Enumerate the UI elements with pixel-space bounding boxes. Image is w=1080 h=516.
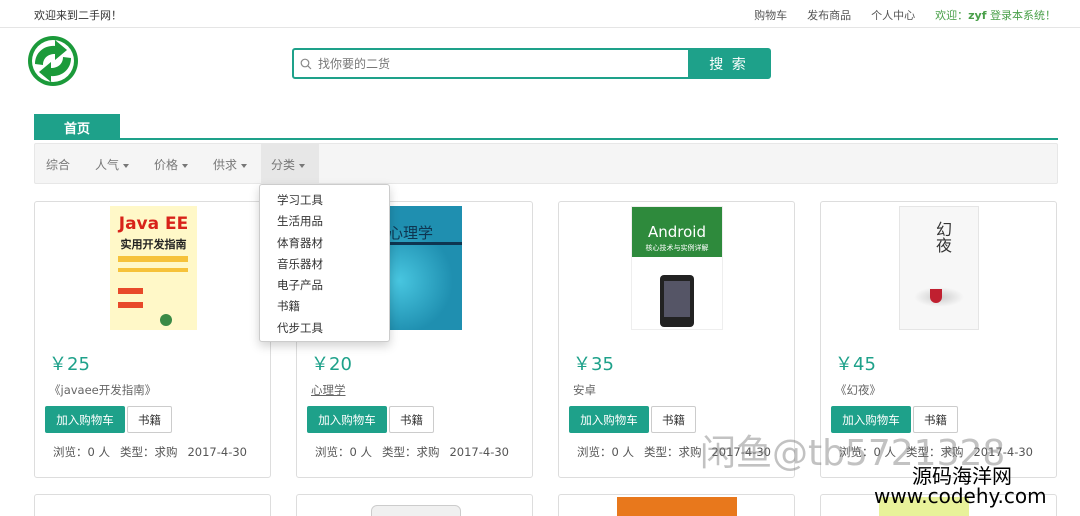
filter-bar: 综合 人气 价格 供求 分类 <box>34 143 1058 184</box>
publisher-logo <box>160 314 172 326</box>
add-to-cart-button[interactable]: 加入购物车 <box>569 406 649 433</box>
search-icon <box>294 50 318 77</box>
product-price: ￥20 <box>311 354 352 375</box>
book-cover-image[interactable]: Android 核心技术与实例详解 <box>631 206 723 330</box>
category-dropdown-menu: 学习工具 生活用品 体育器材 音乐器材 电子产品 书籍 代步工具 <box>259 184 390 342</box>
cover-title: Java EE <box>118 214 189 234</box>
caret-down-icon <box>241 163 248 168</box>
watermark-site-url: www.codehy.com <box>874 484 1047 508</box>
product-price: ￥35 <box>573 354 614 375</box>
filter-label: 分类 <box>271 158 296 172</box>
tab-home[interactable]: 首页 <box>34 114 120 140</box>
views-count: 浏览：0 人 <box>315 445 372 459</box>
product-image-partial <box>371 505 461 516</box>
username[interactable]: zyf <box>968 9 986 22</box>
category-button[interactable]: 书籍 <box>127 406 172 433</box>
caret-down-icon <box>299 163 306 168</box>
search-box: 搜 索 <box>292 48 771 79</box>
nav-divider <box>34 138 1058 140</box>
welcome-text: 欢迎来到二手网！ <box>34 9 122 22</box>
dropdown-item-music[interactable]: 音乐器材 <box>260 254 389 275</box>
cover-title: 心理学 <box>388 224 434 242</box>
cover-title: 幻夜 <box>933 221 952 253</box>
cover-subtitle: 核心技术与实例详解 <box>645 244 709 252</box>
filter-supply-demand[interactable]: 供求 <box>213 156 248 173</box>
filter-price[interactable]: 价格 <box>154 156 189 173</box>
book-cover-image[interactable]: 幻夜 <box>899 206 979 330</box>
caret-down-icon <box>182 163 189 168</box>
dropdown-item-transport[interactable]: 代步工具 <box>260 318 389 339</box>
product-type: 类型：求购 <box>381 445 440 459</box>
filter-general[interactable]: 综合 <box>46 156 70 173</box>
filter-label: 综合 <box>46 158 71 172</box>
greeting: 欢迎：zyf 登录本系统！ <box>935 7 1056 23</box>
product-name[interactable]: 安卓 <box>573 382 596 398</box>
product-name[interactable]: 《javaee开发指南》 <box>49 382 156 398</box>
greeting-suffix: 登录本系统！ <box>986 9 1056 22</box>
post-date: 2017-4-30 <box>187 445 248 459</box>
recycle-logo[interactable] <box>23 34 83 88</box>
product-card[interactable]: Java EE 实用开发指南 ￥25 《javaee开发指南》 加入购物车 书籍… <box>34 201 271 478</box>
top-links: 购物车 发布商品 个人中心 欢迎：zyf 登录本系统！ <box>754 7 1056 23</box>
cover-art-red <box>930 289 942 303</box>
views-count: 浏览：0 人 <box>53 445 110 459</box>
product-price: ￥45 <box>835 354 876 375</box>
filter-category[interactable]: 分类 <box>271 156 306 173</box>
cover-stripe <box>118 302 143 308</box>
dropdown-item-daily-goods[interactable]: 生活用品 <box>260 211 389 232</box>
post-date: 2017-4-30 <box>449 445 510 459</box>
product-card-partial[interactable] <box>558 494 795 516</box>
views-count: 浏览：0 人 <box>577 445 634 459</box>
category-button[interactable]: 书籍 <box>389 406 434 433</box>
add-to-cart-button[interactable]: 加入购物车 <box>45 406 125 433</box>
filter-popularity[interactable]: 人气 <box>95 156 130 173</box>
profile-link[interactable]: 个人中心 <box>871 7 915 23</box>
cover-title: Android <box>648 223 706 241</box>
category-button[interactable]: 书籍 <box>651 406 696 433</box>
product-type: 类型：求购 <box>643 445 702 459</box>
greeting-prefix: 欢迎： <box>935 9 969 22</box>
product-meta: 浏览：0 人类型：求购 2017-4-30 <box>53 444 257 460</box>
search-button[interactable]: 搜 索 <box>688 50 769 77</box>
top-bar: 欢迎来到二手网！ 购物车 发布商品 个人中心 欢迎：zyf 登录本系统！ <box>0 0 1080 28</box>
search-input[interactable] <box>318 50 688 77</box>
cover-stripe <box>118 256 188 262</box>
cover-stripe <box>118 268 188 272</box>
filter-label: 价格 <box>154 158 179 172</box>
product-image-partial <box>617 497 737 516</box>
dropdown-item-sports[interactable]: 体育器材 <box>260 233 389 254</box>
dropdown-item-study-tools[interactable]: 学习工具 <box>260 190 389 211</box>
filter-label: 供求 <box>213 158 238 172</box>
add-to-cart-button[interactable]: 加入购物车 <box>307 406 387 433</box>
cover-stripe <box>118 288 143 294</box>
cover-subtitle: 实用开发指南 <box>120 238 187 251</box>
cart-link[interactable]: 购物车 <box>754 7 787 23</box>
product-type: 类型：求购 <box>119 445 178 459</box>
product-card-partial[interactable] <box>296 494 533 516</box>
product-card-partial[interactable] <box>34 494 271 516</box>
product-meta: 浏览：0 人类型：求购 2017-4-30 <box>315 444 519 460</box>
phone-screen <box>664 281 690 317</box>
dropdown-item-electronics[interactable]: 电子产品 <box>260 275 389 296</box>
filter-label: 人气 <box>95 158 120 172</box>
caret-down-icon <box>123 163 130 168</box>
book-cover-image[interactable]: Java EE 实用开发指南 <box>110 206 197 330</box>
dropdown-item-books[interactable]: 书籍 <box>260 296 389 317</box>
product-price: ￥25 <box>49 354 90 375</box>
publish-link[interactable]: 发布商品 <box>807 7 851 23</box>
product-name[interactable]: 心理学 <box>311 382 346 398</box>
product-name[interactable]: 《幻夜》 <box>835 382 881 398</box>
